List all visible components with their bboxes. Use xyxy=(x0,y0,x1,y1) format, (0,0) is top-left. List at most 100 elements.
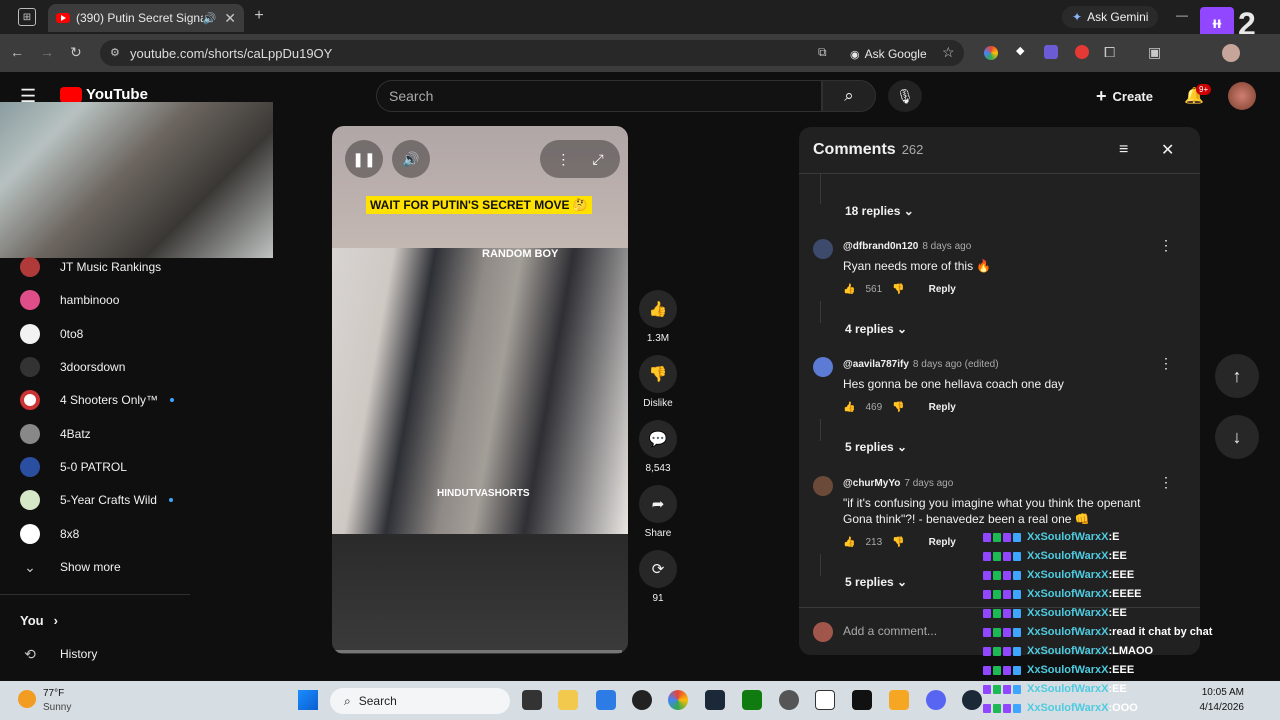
channel-label: 4 Shooters Only™ xyxy=(60,393,159,407)
sidebar-channel-1[interactable]: hambinooo xyxy=(20,288,119,312)
video-progress-bar[interactable] xyxy=(332,650,622,653)
thumbs-up-icon[interactable]: 👍 xyxy=(843,284,855,295)
previous-short-button[interactable]: ↑ xyxy=(1215,354,1259,398)
reload-icon[interactable]: ↻ xyxy=(70,44,82,61)
pause-button[interactable]: ❚❚ xyxy=(345,140,383,178)
back-icon[interactable]: ← xyxy=(10,44,24,60)
channel-avatar xyxy=(20,457,40,477)
extension-twitch-icon[interactable] xyxy=(1044,45,1058,59)
steam-tray-icon[interactable] xyxy=(962,690,982,710)
thumbs-down-icon[interactable]: 👎 xyxy=(892,402,904,413)
browser-tab-active[interactable]: (390) Putin Secret Signal 🔊 ✕ xyxy=(48,4,244,32)
extension-red-icon[interactable] xyxy=(1075,45,1089,59)
more-options-icon[interactable]: ⋮ xyxy=(556,151,570,168)
thumbs-down-icon[interactable]: 👎 xyxy=(892,284,904,295)
task-view-icon[interactable] xyxy=(522,690,542,710)
obs-icon[interactable] xyxy=(779,690,799,710)
comment-author[interactable]: @aavila787ify 8 days ago (edited) xyxy=(843,359,999,370)
like-count: 1.3M xyxy=(646,333,670,344)
sidebar-channel-4[interactable]: 4 Shooters Only™ xyxy=(20,388,175,412)
sidepanel-icon[interactable]: ▣ xyxy=(1148,44,1161,61)
reply-button[interactable]: Reply xyxy=(929,284,956,295)
url-field[interactable]: ⚙ youtube.com/shorts/caLppDu19OY xyxy=(100,40,964,66)
extensions-puzzle-icon[interactable]: ⧠ xyxy=(1104,44,1115,61)
sidebar-channel-5[interactable]: 4Batz xyxy=(20,422,91,446)
ask-gemini-button[interactable]: ✦ Ask Gemini xyxy=(1062,6,1159,28)
comment-menu-icon[interactable]: ⋮ xyxy=(1159,237,1173,254)
you-section-link[interactable]: You › xyxy=(20,608,58,632)
close-tab-icon[interactable]: ✕ xyxy=(224,10,236,27)
volume-button[interactable]: 🔊 xyxy=(392,140,430,178)
tab-search-icon[interactable]: ⊞ xyxy=(18,8,36,26)
replies-toggle-3[interactable]: 5 replies ⌄ xyxy=(845,575,907,589)
thumbs-up-icon[interactable]: 👍 xyxy=(843,402,855,413)
replies-toggle-0[interactable]: 18 replies ⌄ xyxy=(845,204,914,218)
file-explorer-icon[interactable] xyxy=(558,690,578,710)
ask-google-button[interactable]: ◉ Ask Google xyxy=(842,43,935,65)
remix-button[interactable]: ⟳ 91 xyxy=(638,550,678,604)
discord-icon[interactable] xyxy=(926,690,946,710)
app-icon[interactable] xyxy=(632,690,652,710)
sort-icon[interactable]: ≡ xyxy=(1119,141,1128,159)
youtube-logo[interactable]: YouTube xyxy=(60,86,148,103)
comment-menu-icon[interactable]: ⋮ xyxy=(1159,355,1173,372)
xbox-icon[interactable] xyxy=(742,690,762,710)
new-tab-button[interactable]: + xyxy=(250,6,268,26)
chrome-icon[interactable] xyxy=(668,690,688,710)
epic-games-icon[interactable] xyxy=(852,690,872,710)
7zip-icon[interactable] xyxy=(815,690,835,710)
search-input[interactable]: Search xyxy=(376,80,822,112)
channel-avatar xyxy=(20,490,40,510)
reply-button[interactable]: Reply xyxy=(929,402,956,413)
bookmark-star-icon[interactable]: ☆ xyxy=(942,44,955,61)
steam-icon[interactable] xyxy=(705,690,725,710)
thumbs-down-icon[interactable]: 👎 xyxy=(892,537,904,548)
extension-chrome-icon[interactable] xyxy=(984,46,998,60)
comment-author[interactable]: @dfbrand0n120 8 days ago xyxy=(843,241,971,252)
sidebar-channel-6[interactable]: 5-0 PATROL xyxy=(20,455,127,479)
profile-avatar[interactable] xyxy=(1222,44,1240,62)
comment-avatar[interactable] xyxy=(813,476,833,496)
show-more-button[interactable]: ⌄ Show more xyxy=(20,555,121,579)
rockstar-icon[interactable] xyxy=(889,690,909,710)
site-info-icon[interactable]: ⚙ xyxy=(110,46,120,59)
close-comments-icon[interactable]: ✕ xyxy=(1161,140,1174,160)
replies-toggle-2[interactable]: 5 replies ⌄ xyxy=(845,440,907,454)
channel-label: hambinooo xyxy=(60,293,120,307)
install-icon[interactable]: ⧉ xyxy=(818,45,827,60)
audio-icon[interactable]: 🔊 xyxy=(203,12,217,25)
thumbs-up-icon[interactable]: 👍 xyxy=(843,537,855,548)
comment-menu-icon[interactable]: ⋮ xyxy=(1159,474,1173,491)
add-comment-input[interactable]: Add a comment... xyxy=(843,624,937,638)
account-avatar[interactable] xyxy=(1228,82,1256,110)
sidebar-channel-7[interactable]: 5-Year Crafts Wild xyxy=(20,488,173,512)
create-button[interactable]: + Create xyxy=(1096,82,1153,110)
share-button[interactable]: ➦ Share xyxy=(638,485,678,539)
search-button[interactable]: ⌕ xyxy=(822,80,876,112)
extension-diamond-icon[interactable]: ◆ xyxy=(1016,44,1024,57)
sidebar-channel-0[interactable]: JT Music Rankings xyxy=(20,255,161,279)
like-button[interactable]: 👍 1.3M xyxy=(638,290,678,344)
search-placeholder: Search xyxy=(389,88,434,104)
taskbar-search[interactable]: ⌕ Search xyxy=(330,688,510,714)
forward-icon[interactable]: → xyxy=(40,44,54,60)
minimize-icon[interactable]: — xyxy=(1176,8,1188,22)
thread-line xyxy=(820,301,821,323)
comment-avatar[interactable] xyxy=(813,239,833,259)
sidebar-channel-8[interactable]: 8x8 xyxy=(20,522,79,546)
dislike-button[interactable]: 👎 Dislike xyxy=(638,355,678,409)
fullscreen-icon[interactable]: ⤢ xyxy=(592,151,603,168)
history-link[interactable]: ⟲ History xyxy=(20,642,97,666)
windows-start-icon[interactable] xyxy=(298,690,318,710)
comment-author[interactable]: @churMyYo 7 days ago xyxy=(843,478,953,489)
next-short-button[interactable]: ↓ xyxy=(1215,415,1259,459)
voice-search-button[interactable]: 🎙 xyxy=(888,80,922,112)
comment-avatar[interactable] xyxy=(813,357,833,377)
replies-toggle-1[interactable]: 4 replies ⌄ xyxy=(845,322,907,336)
sidebar-channel-3[interactable]: 3doorsdown xyxy=(20,355,125,379)
shorts-video-player[interactable]: WAIT FOR PUTIN'S SECRET MOVE 🤔 RANDOM BO… xyxy=(332,126,628,654)
reply-button[interactable]: Reply xyxy=(929,537,956,548)
comments-button[interactable]: 💬 8,543 xyxy=(638,420,678,474)
sidebar-channel-2[interactable]: 0to8 xyxy=(20,322,83,346)
store-icon[interactable] xyxy=(596,690,616,710)
